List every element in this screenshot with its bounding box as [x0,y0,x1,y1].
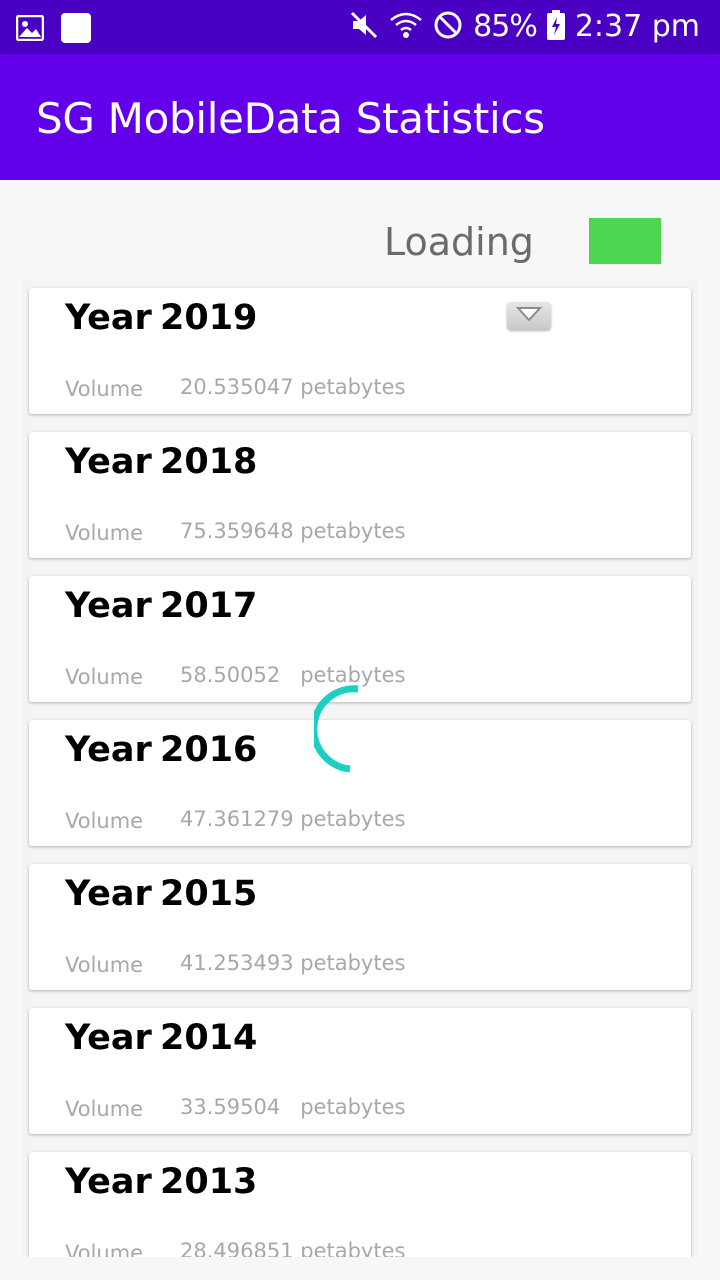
loading-indicator-box [589,218,661,264]
list-item-card[interactable]: Year 2019 Volume 20.535047 petabytes [29,288,691,414]
year-label: Year [65,1162,152,1202]
list-item-card[interactable]: Year 2017 Volume 58.50052 petabytes [29,576,691,702]
do-not-disturb-icon [433,10,463,45]
image-icon [15,14,45,46]
volume-value: 47.361279 petabytes [180,807,406,831]
year-label: Year [65,586,152,626]
year-label: Year [65,298,152,338]
battery-charging-icon [546,9,565,45]
list-item-card[interactable]: Year 2015 Volume 41.253493 petabytes [29,864,691,990]
status-bar: 85% 2:37 pm [0,0,720,54]
volume-label: Volume [65,953,144,977]
year-value: 2017 [160,586,258,626]
square-notification-icon [60,12,92,49]
volume-value: 75.359648 petabytes [180,519,406,543]
list-item-card[interactable]: Year 2013 Volume 28.496851 petabytes [29,1152,691,1257]
volume-label: Volume [65,377,144,401]
app-title: SG MobileData Statistics [36,94,545,143]
dropdown-button[interactable] [507,302,551,330]
clock-time: 2:37 pm [574,9,700,44]
volume-label: Volume [65,665,144,689]
volume-label: Volume [65,809,144,833]
app-bar: SG MobileData Statistics [0,54,720,180]
mute-icon [349,10,379,45]
year-value: 2016 [160,730,258,770]
year-label: Year [65,730,152,770]
loading-spinner [310,685,374,775]
volume-label: Volume [65,521,144,545]
year-value: 2015 [160,874,258,914]
loading-label: Loading [384,220,534,264]
year-value: 2018 [160,442,258,482]
chevron-down-icon [515,305,543,328]
volume-value: 41.253493 petabytes [180,951,406,975]
list-item-card[interactable]: Year 2014 Volume 33.59504 petabytes [29,1008,691,1134]
year-value: 2014 [160,1018,258,1058]
status-bar-right: 85% 2:37 pm [349,9,700,45]
year-value: 2013 [160,1162,258,1202]
year-label: Year [65,442,152,482]
volume-label: Volume [65,1241,144,1257]
volume-value: 28.496851 petabytes [180,1239,406,1257]
status-bar-left [15,12,92,49]
volume-value: 33.59504 petabytes [180,1095,406,1119]
year-label: Year [65,874,152,914]
main-content: Loading Year 2019 Volume 20.535047 petab… [0,180,720,1280]
list-item-card[interactable]: Year 2018 Volume 75.359648 petabytes [29,432,691,558]
volume-label: Volume [65,1097,144,1121]
wifi-icon [389,10,423,45]
volume-value: 58.50052 petabytes [180,663,406,687]
year-value: 2019 [160,298,258,338]
volume-value: 20.535047 petabytes [180,375,406,399]
battery-percentage: 85% [473,9,538,44]
year-label: Year [65,1018,152,1058]
